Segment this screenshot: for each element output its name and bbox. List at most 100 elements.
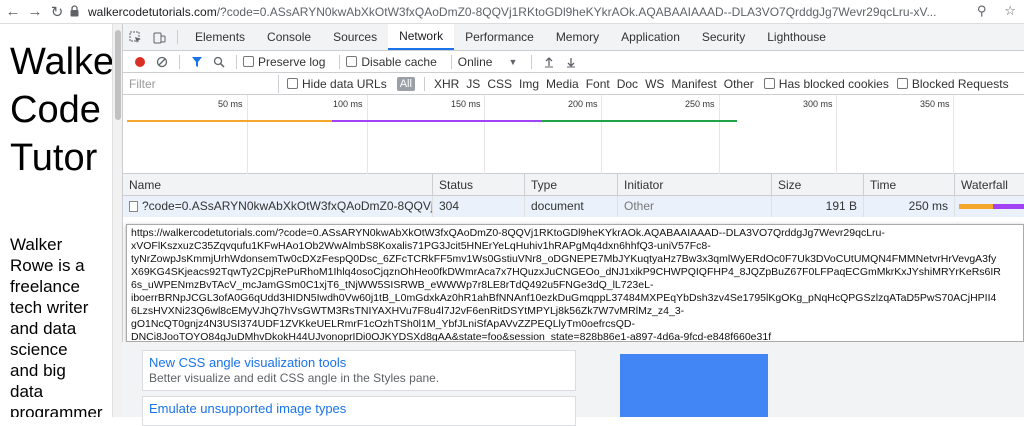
bio-line: data (10, 382, 44, 401)
url-field[interactable]: walkercodetutorials.com/?code=0.ASsARYN0… (88, 3, 962, 21)
document-icon (129, 201, 138, 212)
column-header-status[interactable]: Status (432, 174, 524, 196)
tab-security[interactable]: Security (691, 24, 756, 50)
checkbox-box[interactable] (287, 78, 298, 89)
divider (177, 30, 178, 44)
filter-js[interactable]: JS (466, 77, 480, 91)
tab-performance[interactable]: Performance (454, 24, 545, 50)
inspect-element-icon[interactable] (123, 24, 147, 50)
bookmark-star-icon[interactable]: ☆ (1004, 3, 1016, 19)
checkbox-box[interactable] (896, 78, 908, 89)
blocked-requests-label: Blocked Requests (911, 76, 1009, 91)
scrollbar-thumb[interactable] (115, 30, 121, 120)
divider (339, 54, 341, 69)
bio-line: freelance (10, 277, 80, 296)
filter-all[interactable]: All (396, 76, 415, 91)
forward-icon[interactable]: → (24, 1, 46, 23)
filter-img[interactable]: Img (519, 77, 539, 91)
tick-label: 350 ms (920, 99, 950, 109)
tooltip-line: https://walkercodetutorials.com/?code=0.… (131, 227, 885, 239)
cell-initiator: Other (617, 196, 771, 217)
tab-console[interactable]: Console (256, 24, 322, 50)
preserve-log-label: Preserve log (258, 54, 326, 69)
filter-css[interactable]: CSS (487, 77, 512, 91)
back-icon[interactable]: ← (2, 1, 24, 23)
tick-label: 100 ms (333, 99, 363, 109)
filter-bar: Filter Hide data URLs All XHR JS CSS Img… (123, 73, 1024, 95)
filter-media[interactable]: Media (546, 77, 579, 91)
filter-input[interactable]: Filter (129, 74, 279, 93)
bio-line: tech writer (10, 298, 89, 317)
tooltip-line: DNCi8JooTOYO84gJuDMhvDkokH44UJvonoprIDi0… (131, 331, 772, 342)
blocked-requests-checkbox[interactable]: Blocked Requests (896, 76, 1009, 91)
bio-line: and data (10, 319, 77, 338)
column-header-time[interactable]: Time (863, 174, 954, 196)
url-host: walkercodetutorials.com (88, 5, 217, 19)
tab-network[interactable]: Network (388, 24, 455, 50)
column-header-name[interactable]: Name (123, 174, 432, 196)
cell-time: 250 ms (863, 196, 954, 217)
filter-other[interactable]: Other (724, 77, 754, 91)
tick-label: 50 ms (218, 99, 243, 109)
tab-memory[interactable]: Memory (545, 24, 610, 50)
whats-new-card[interactable]: New CSS angle visualization tools Better… (142, 350, 576, 391)
gridline (719, 95, 720, 174)
preserve-log-checkbox[interactable]: Preserve log (243, 55, 325, 69)
timeline-overview[interactable]: 50 ms 100 ms 150 ms 200 ms 250 ms 300 ms… (123, 95, 1024, 174)
divider (531, 54, 533, 69)
tick-label: 250 ms (685, 99, 715, 109)
chevron-down-icon: ▼ (508, 56, 518, 67)
filter-xhr[interactable]: XHR (434, 77, 459, 91)
gridline (953, 95, 954, 174)
whats-new-title[interactable]: Emulate unsupported image types (149, 401, 569, 417)
import-har-icon[interactable] (538, 52, 560, 72)
tab-elements[interactable]: Elements (184, 24, 256, 50)
search-icon[interactable] (208, 52, 230, 72)
clear-icon[interactable] (151, 52, 173, 72)
whats-new-card[interactable]: Emulate unsupported image types (142, 396, 576, 426)
network-toolbar: Preserve log Disable cache Online ▼ (123, 51, 1024, 73)
whats-new-promo-image (620, 354, 768, 417)
device-toolbar-icon[interactable] (147, 24, 171, 50)
lock-icon[interactable] (70, 5, 79, 17)
tab-application[interactable]: Application (610, 24, 691, 50)
table-row[interactable]: ?code=0.ASsARYN0kwAbXkOtW3fxQAoDmZ0-8QQV… (123, 196, 1024, 217)
column-header-size[interactable]: Size (771, 174, 863, 196)
disable-cache-checkbox[interactable]: Disable cache (346, 55, 437, 69)
divider (236, 54, 237, 69)
tab-sources[interactable]: Sources (322, 24, 388, 50)
filter-icon[interactable] (186, 52, 208, 72)
column-header-waterfall[interactable]: Waterfall (954, 174, 1024, 196)
has-blocked-cookies-label: Has blocked cookies (778, 76, 889, 91)
divider (423, 76, 425, 91)
checkbox-box[interactable] (243, 56, 254, 67)
reload-icon[interactable]: ↻ (46, 1, 68, 23)
hide-data-urls-checkbox[interactable]: Hide data URLs (287, 77, 387, 91)
throttling-value: Online (457, 54, 493, 69)
zoom-icon[interactable]: ⚲ (977, 3, 987, 19)
export-har-icon[interactable] (560, 52, 582, 72)
tab-lighthouse[interactable]: Lighthouse (756, 24, 837, 50)
timing-bar-content (332, 120, 542, 122)
tooltip-line: X69KG4SKjeacs92TqwTy2CpjRePuRhoM1Ihlq4os… (131, 266, 1001, 278)
request-name: ?code=0.ASsARYN0kwAbXkOtW3fxQAoDmZ0-8QQV… (142, 199, 432, 213)
filter-ws[interactable]: WS (645, 77, 664, 91)
bio-line: science (10, 340, 68, 359)
filter-manifest[interactable]: Manifest (671, 77, 716, 91)
author-bio: Walker Rowe is a freelance tech writer a… (10, 234, 112, 417)
bio-line: and big (10, 361, 66, 380)
cell-name: ?code=0.ASsARYN0kwAbXkOtW3fxQAoDmZ0-8QQV… (123, 196, 432, 217)
filter-doc[interactable]: Doc (617, 77, 638, 91)
filter-font[interactable]: Font (586, 77, 610, 91)
throttling-select[interactable]: Online ▼ (458, 55, 518, 69)
record-icon[interactable] (129, 52, 151, 72)
column-header-type[interactable]: Type (524, 174, 617, 196)
checkbox-box[interactable] (763, 78, 775, 89)
page-content: Walker Code Tutor Walker Rowe is a freel… (0, 24, 112, 417)
whats-new-title[interactable]: New CSS angle visualization tools (149, 355, 569, 371)
requests-table-header: Name Status Type Initiator Size Time Wat… (123, 174, 1024, 196)
column-header-initiator[interactable]: Initiator (617, 174, 771, 196)
has-blocked-cookies-checkbox[interactable]: Has blocked cookies (763, 76, 889, 91)
checkbox-box[interactable] (346, 56, 358, 67)
page-scrollbar[interactable] (112, 24, 122, 417)
